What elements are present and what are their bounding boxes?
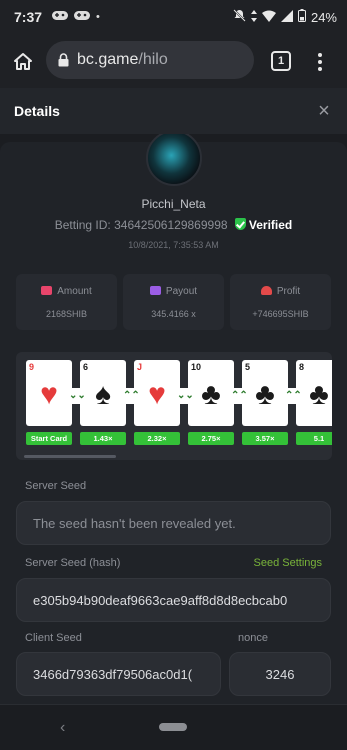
data-arrows-icon [250,9,257,25]
card-suit-icon: ♣ [255,378,275,411]
modal-title: Details [14,103,60,119]
bet-date: 10/8/2021, 7:35:53 AM [128,240,219,250]
betting-id-row: Betting ID: 346425061298699​98 Verified [0,218,347,232]
playing-card: J ♥ [134,360,180,426]
tab-switcher-button[interactable]: 1 [271,51,291,71]
playing-card: 9 ♥ [26,360,72,426]
card-multiplier-badge: 1.43× [80,432,126,445]
battery-icon [297,9,306,25]
avatar[interactable] [146,134,202,186]
amount-icon [41,286,53,295]
mute-icon [233,9,246,25]
home-pill[interactable] [159,723,187,731]
server-seed-label: Server Seed [25,480,87,492]
system-nav-bar: ‹ [0,704,347,750]
battery-percent: 24% [310,9,337,25]
playing-card: 5 ♣ [242,360,288,426]
stat-amount: Amount 2168SHIB [16,274,117,330]
card-suit-icon: ♣ [201,378,221,411]
guess-direction-icon: ⌃⌃ [123,388,140,404]
card-multiplier-badge: 3.57× [242,432,288,445]
payout-label: Payout [165,286,198,297]
seed-settings-link[interactable]: Seed Settings [254,557,323,569]
card-rank: 5 [245,362,251,372]
modal-content[interactable]: Picchi_Neta Betting ID: 346425061298699​… [0,134,347,704]
server-seed-hash-label: Server Seed (hash) [25,557,121,569]
stat-payout: Payout 345.4166 x [123,274,224,330]
stat-profit: Profit +746695SHIB [230,274,331,330]
verified-shield-icon [234,218,246,230]
payout-value: 345.4166 x [151,309,196,319]
card-rank: J [137,362,143,372]
notification-icons: • [52,10,100,24]
signal-icon [280,9,293,25]
system-icons: 24% [233,0,337,34]
card-multiplier-badge: 2.75× [188,432,234,445]
notification-dot: • [96,11,100,23]
server-seed-field[interactable]: The seed hasn't been revealed yet. [16,501,331,545]
card-multiplier-badge: 2.32× [134,432,180,445]
card-rank: 6 [83,362,89,372]
guess-direction-icon: ⌄⌄ [177,388,194,404]
status-bar: 7:37 • 24% [0,0,347,34]
username[interactable]: Picchi_Neta [0,197,347,211]
status-time: 7:37 [14,9,43,25]
menu-dot [318,60,322,64]
server-seed-value: The seed hasn't been revealed yet. [33,515,236,531]
card-multiplier-badge: 5.1 [296,432,332,445]
card-rank: 8 [299,362,305,372]
game-controller-icon [52,10,69,24]
payout-icon [149,286,161,295]
verified-label: Verified [248,218,293,232]
home-button[interactable] [0,34,46,88]
guess-direction-icon: ⌄⌄ [69,388,86,404]
card-rank: 10 [191,362,202,372]
url-text: bc.game/hilo [77,51,168,69]
profit-icon [260,286,272,295]
close-icon[interactable]: × [315,101,333,121]
guess-direction-icon: ⌃⌃ [231,388,248,404]
wifi-icon [261,10,276,25]
browser-menu-button[interactable] [312,50,328,74]
guess-direction-icon: ⌃⌃ [285,388,302,404]
client-seed-label: Client Seed [25,632,82,644]
lock-icon [58,53,69,67]
profit-value: +746695SHIB [252,309,309,319]
amount-label: Amount [57,286,92,297]
modal-header: Details × [0,88,347,134]
nonce-field[interactable]: 3246 [229,652,331,696]
betting-id: 346425061298699​98 [114,218,228,232]
playing-card: 6 ♠ [80,360,126,426]
url-path: /hilo [138,51,168,68]
server-seed-hash-value: e305b94b90deaf9663cae9aff8d8d8ecbcab0 [33,592,288,608]
nonce-label: nonce [238,632,268,644]
card-suit-icon: ♠ [95,378,111,411]
client-seed-field[interactable]: 3466d79363df79506ac0d1( [16,652,221,696]
browser-toolbar: bc.game/hilo 1 [0,34,347,88]
cards-scrollbar[interactable] [24,455,116,458]
card-multiplier-badge: Start Card [26,432,72,445]
address-bar[interactable]: bc.game/hilo [46,41,254,79]
card-suit-icon: ♥ [40,378,58,411]
client-seed-value: 3466d79363df79506ac0d1( [33,666,193,682]
game-controller-icon [74,10,91,24]
cards-history[interactable]: 9 ♥ Start Card 6 ♠ 1.43× J ♥ 2.32× 10 ♣ 2.75× 5 ♣ 3.57… [16,352,332,460]
card-rank: 9 [29,362,35,372]
card-suit-icon: ♥ [148,378,166,411]
amount-value: 2168SHIB [45,309,88,319]
playing-card: 10 ♣ [188,360,234,426]
home-icon [14,52,32,70]
betting-id-label: Betting ID: [54,218,111,232]
profit-label: Profit [276,286,301,297]
menu-dot [318,53,322,57]
menu-dot [318,67,322,71]
nonce-value: 3246 [265,666,295,682]
url-host: bc.game [77,51,139,68]
server-seed-hash-field[interactable]: e305b94b90deaf9663cae9aff8d8d8ecbcab0 [16,578,331,622]
details-panel: Picchi_Neta Betting ID: 346425061298699​… [0,134,347,704]
back-icon[interactable]: ‹ [60,719,65,737]
